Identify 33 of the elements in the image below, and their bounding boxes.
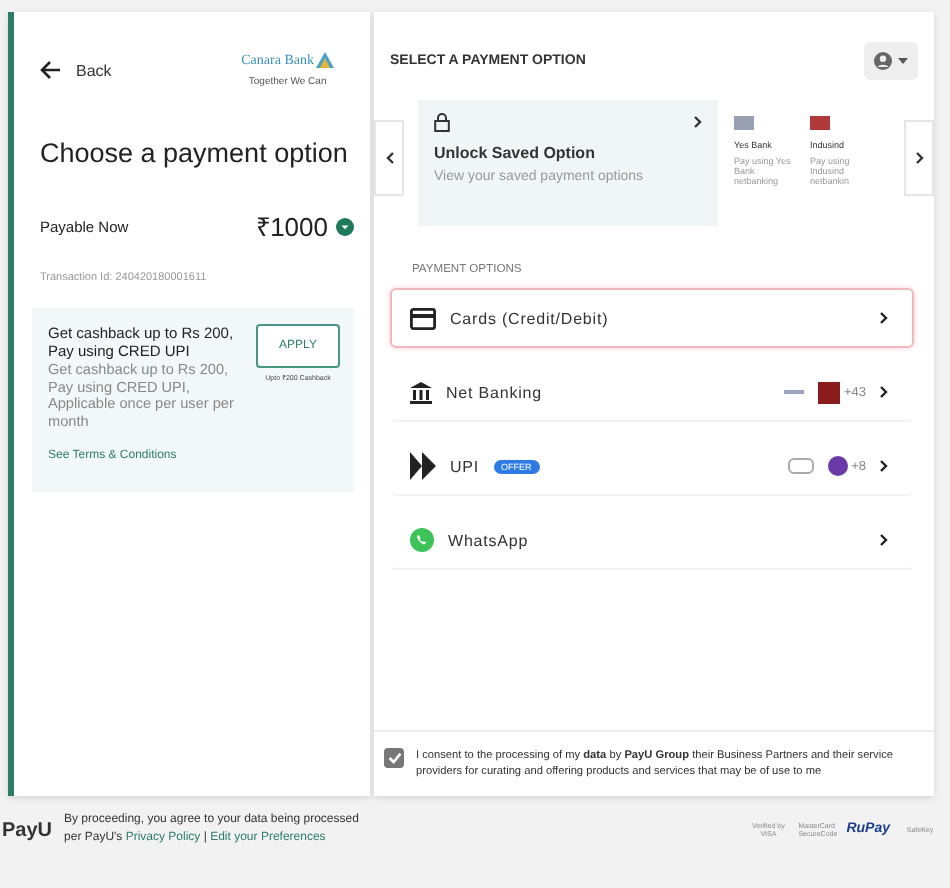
option-label: Cards (Credit/Debit) — [450, 309, 609, 327]
back-arrow-icon — [40, 60, 62, 80]
account-button[interactable] — [864, 42, 918, 80]
option-label: Net Banking — [446, 383, 542, 401]
payu-logo: PayU — [2, 819, 53, 841]
double-arrow-icon — [410, 452, 436, 480]
option-label: WhatsApp — [448, 531, 529, 549]
upi-app-icon — [787, 458, 814, 474]
bank-building-icon — [410, 381, 432, 403]
upi-app-icon — [827, 456, 848, 476]
option-label: UPI — [450, 457, 480, 475]
chevron-right-icon — [694, 116, 702, 128]
caret-icon — [898, 58, 908, 64]
expand-icon[interactable] — [336, 217, 354, 235]
bank-logo-icon — [316, 52, 334, 68]
chevron-right-icon — [915, 152, 923, 164]
saved-option-title: Unlock Saved Option — [434, 144, 597, 162]
user-icon — [874, 52, 892, 70]
chevron-left-icon — [385, 152, 393, 164]
page-title: Choose a payment option — [40, 138, 350, 168]
lock-icon — [434, 112, 450, 132]
chat-bubble-icon — [410, 528, 434, 552]
bank-logo-icon — [817, 381, 840, 403]
chevron-right-icon — [880, 312, 888, 324]
payment-option[interactable]: Cards (Credit/Debit) — [390, 288, 914, 348]
chevron-right-icon — [880, 460, 888, 472]
card-icon — [410, 307, 436, 329]
payable-amount: ₹1000 — [256, 210, 328, 244]
consent-checkbox[interactable] — [384, 748, 404, 768]
back-button[interactable]: Back — [40, 60, 112, 80]
chevron-right-icon — [880, 386, 888, 398]
payment-option[interactable]: WhatsApp — [390, 510, 914, 570]
chevron-right-icon — [880, 534, 888, 546]
